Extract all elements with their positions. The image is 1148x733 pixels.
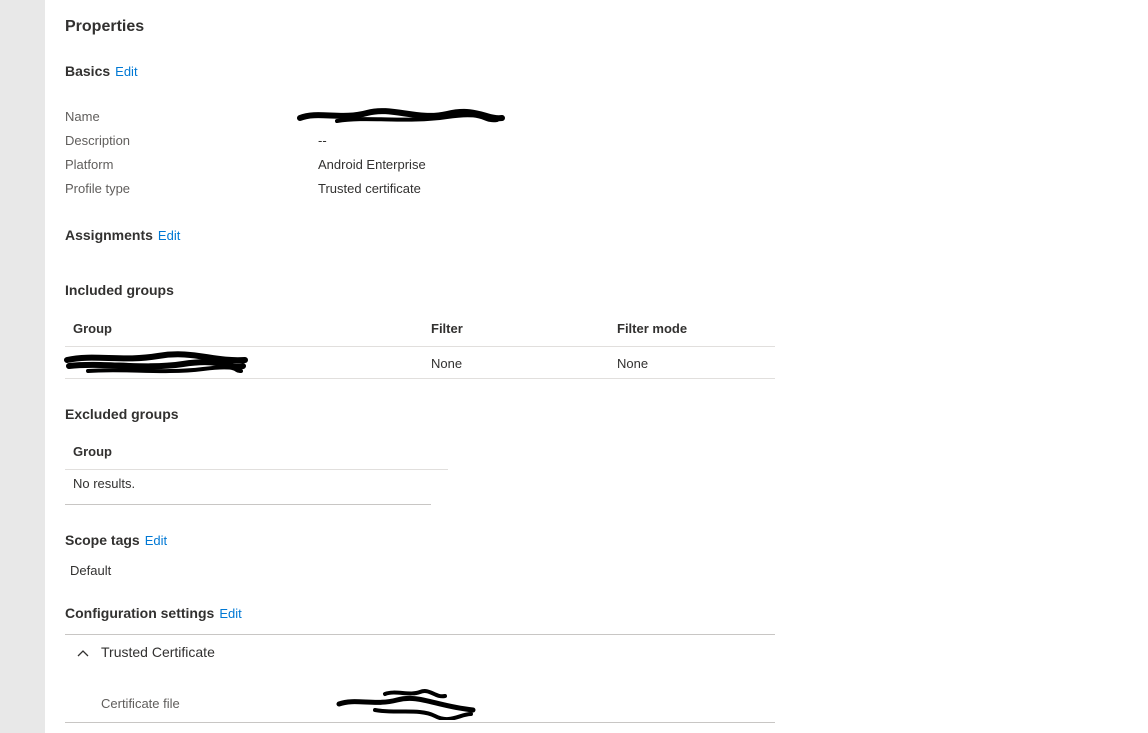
assignments-header: Assignments Edit	[65, 227, 180, 243]
properties-panel: Properties Basics Edit Name Description -…	[45, 0, 1148, 733]
configuration-header: Configuration settings Edit	[65, 605, 242, 621]
page-title: Properties	[65, 18, 145, 35]
profile-type-label: Profile type	[65, 181, 131, 196]
description-value: --	[318, 133, 327, 148]
left-rail	[0, 0, 45, 733]
excluded-groups-title: Excluded groups	[65, 406, 179, 422]
excluded-empty-text: No results.	[73, 476, 136, 491]
certificate-file-label: Certificate file	[101, 696, 180, 711]
chevron-up-icon[interactable]	[76, 646, 90, 660]
platform-value: Android Enterprise	[318, 157, 426, 172]
included-column-filter-mode: Filter mode	[617, 321, 688, 336]
scope-tag-value: Default	[70, 563, 112, 578]
trusted-certificate-section-title[interactable]: Trusted Certificate	[101, 644, 215, 660]
scope-tags-title: Scope tags	[65, 532, 140, 548]
configuration-title: Configuration settings	[65, 605, 215, 621]
basics-title: Basics	[65, 63, 111, 79]
scope-tags-edit-link[interactable]: Edit	[145, 533, 167, 548]
configuration-top-divider	[65, 634, 775, 635]
configuration-edit-link[interactable]: Edit	[219, 606, 241, 621]
basics-edit-link[interactable]: Edit	[115, 64, 137, 79]
basics-header: Basics Edit	[65, 63, 138, 79]
excluded-column-group: Group	[73, 444, 112, 459]
included-row-filter-mode: None	[617, 356, 649, 371]
redaction-mark	[336, 689, 476, 720]
redaction-mark	[64, 351, 248, 374]
platform-label: Platform	[65, 157, 114, 172]
included-column-group: Group	[73, 321, 112, 336]
assignments-edit-link[interactable]: Edit	[158, 228, 180, 243]
included-row-divider	[65, 378, 775, 379]
description-label: Description	[65, 133, 131, 148]
included-groups-title: Included groups	[65, 282, 174, 298]
excluded-header-divider	[65, 469, 448, 470]
excluded-bottom-divider	[65, 504, 431, 505]
included-row-filter: None	[431, 356, 463, 371]
redaction-mark	[297, 108, 505, 123]
configuration-bottom-divider	[65, 722, 775, 723]
profile-type-value: Trusted certificate	[318, 181, 421, 196]
assignments-title: Assignments	[65, 227, 153, 243]
scope-tags-header: Scope tags Edit	[65, 532, 167, 548]
name-label: Name	[65, 109, 100, 124]
included-column-filter: Filter	[431, 321, 463, 336]
included-header-divider	[65, 346, 775, 347]
